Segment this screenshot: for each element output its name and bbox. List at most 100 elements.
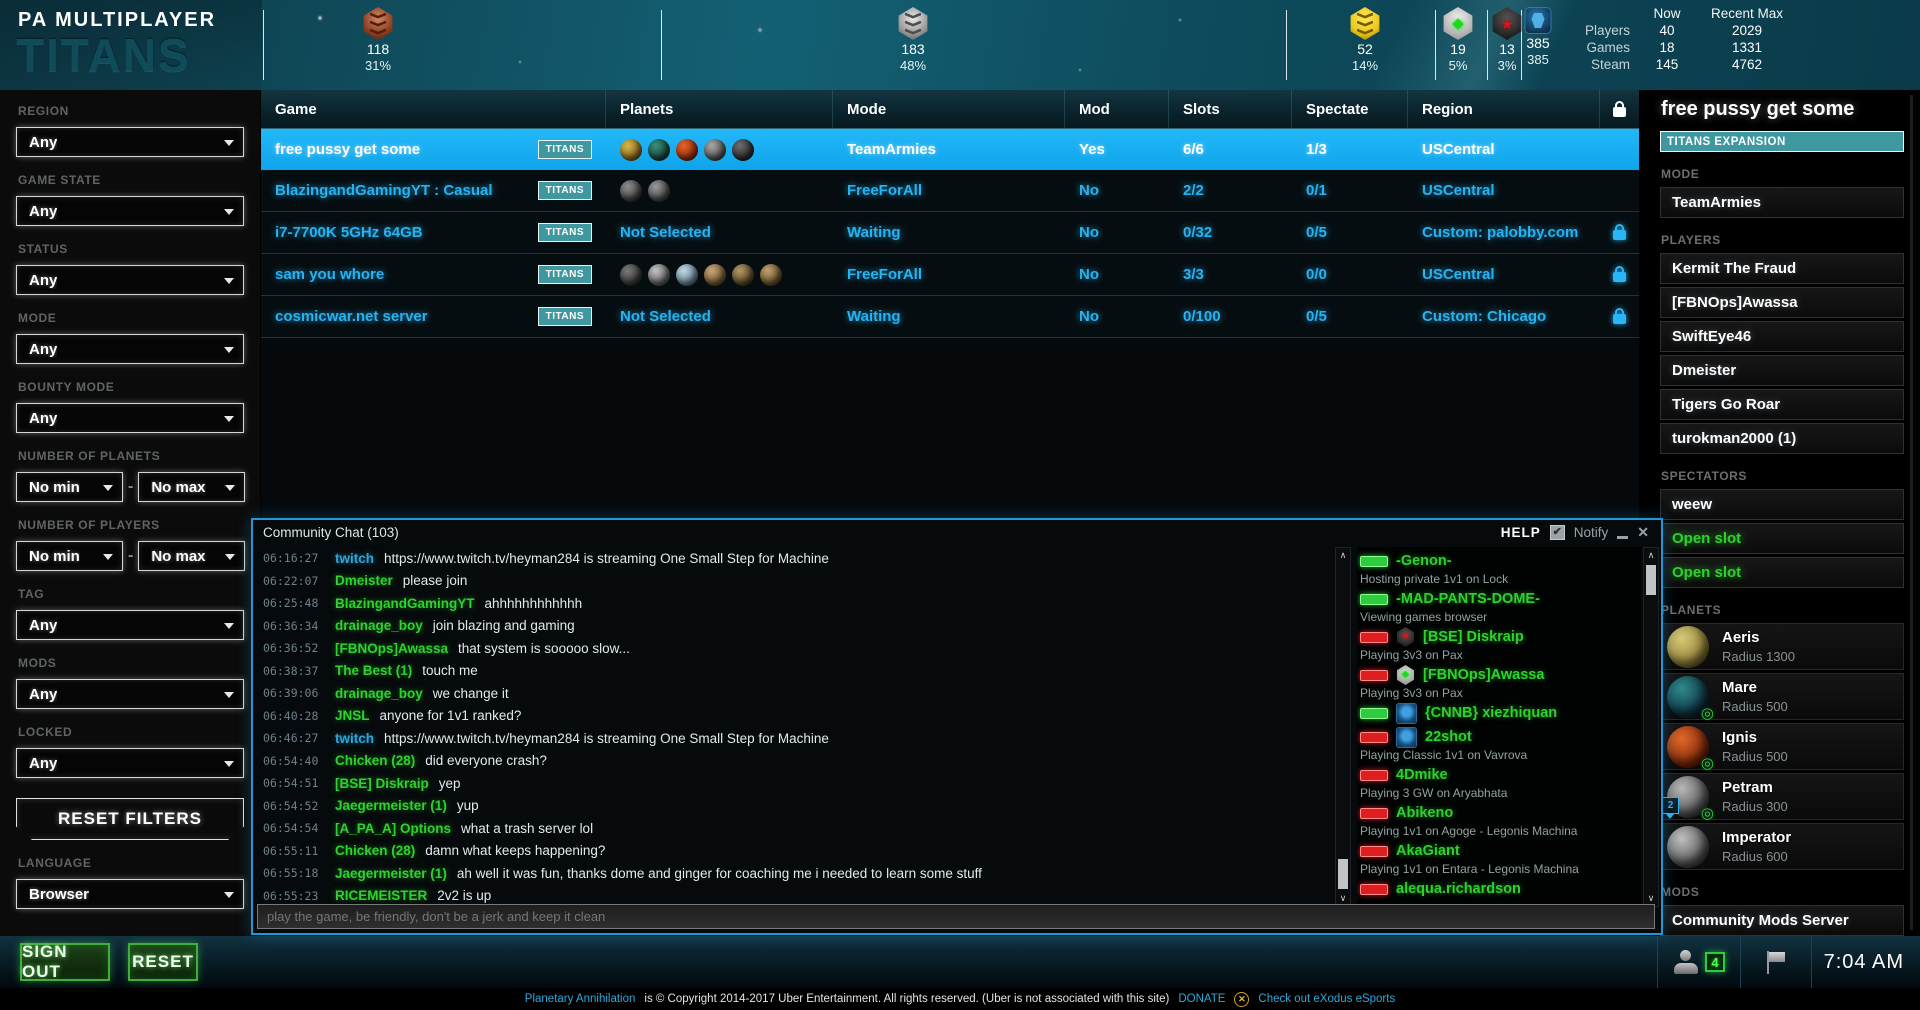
rank-stat-bronze: 11831%: [362, 7, 394, 73]
rank-count: 52: [1357, 41, 1373, 57]
filter-dropdown-region[interactable]: Any: [16, 127, 244, 157]
exodus-link[interactable]: Check out eXodus eSports: [1258, 993, 1395, 1005]
filter-dropdown-tag[interactable]: Any: [16, 610, 244, 640]
filter-dropdown-status[interactable]: Any: [16, 265, 244, 295]
planet-row: MareRadius 500: [1660, 673, 1904, 720]
max-dropdown[interactable]: No max: [138, 472, 245, 502]
donate-link[interactable]: DONATE: [1178, 993, 1225, 1005]
chat-messages: 06:16:27twitchhttps://www.twitch.tv/heym…: [259, 547, 1331, 907]
filter-label-number-of-planets: NUMBER OF PLANETS: [18, 449, 244, 463]
planet-name: Petram: [1722, 779, 1788, 796]
filter-dropdown-locked[interactable]: Any: [16, 748, 244, 778]
planet-icon: [732, 139, 754, 161]
sidebar-scrollbar[interactable]: [1910, 95, 1913, 930]
diamond-glyph: ◆: [1402, 670, 1410, 680]
chat-input[interactable]: [257, 904, 1655, 929]
scroll-up-icon[interactable]: [1644, 550, 1658, 561]
planetary-annihilation-link[interactable]: Planetary Annihilation: [525, 993, 636, 1005]
message-timestamp: 06:39:06: [259, 686, 323, 700]
filter-dropdown-game-state[interactable]: Any: [16, 196, 244, 226]
filter-dropdown-mode[interactable]: Any: [16, 334, 244, 364]
game-cell: cosmicwar.net serverTITANS: [261, 296, 606, 337]
game-row[interactable]: sam you whoreTITANSFreeForAllNo3/30/0USC…: [261, 254, 1639, 296]
chat-title: Community Chat (103): [263, 525, 399, 540]
lock-icon: [1613, 107, 1626, 117]
dropdown-value: Any: [29, 134, 57, 151]
reset-filters-button[interactable]: RESET FILTERS: [16, 798, 244, 840]
filter-label-tag: TAG: [18, 587, 244, 601]
community-chat-panel: Community Chat (103) HELP Notify 06:16:2…: [251, 518, 1663, 935]
red-status-icon: [1360, 632, 1388, 643]
column-header-planets: Planets: [606, 90, 833, 128]
friends-button[interactable]: 4: [1657, 936, 1740, 988]
uber-medal-icon: ◆: [1396, 665, 1415, 685]
rank-count: 183: [901, 41, 924, 57]
game-row[interactable]: BlazingandGamingYT : CasualTITANSFreeFor…: [261, 170, 1639, 212]
chat-user[interactable]: alequa.richardson: [1357, 878, 1641, 900]
game-detail-panel: free pussy get some TITANS EXPANSION MOD…: [1660, 90, 1904, 936]
chat-user-name: -Genon-: [1396, 553, 1452, 569]
open-spectator-slot[interactable]: Open slot: [1660, 523, 1904, 554]
scroll-up-icon[interactable]: [1336, 550, 1350, 561]
scroll-thumb[interactable]: [1646, 565, 1656, 595]
stats-max-header: Recent Max: [1700, 6, 1794, 21]
chat-user[interactable]: ★[BSE] DiskraipPlaying 3v3 on Pax: [1357, 626, 1641, 662]
planet-row: ImperatorRadius 600: [1660, 823, 1904, 870]
mod-cell: No: [1065, 170, 1169, 211]
message-timestamp: 06:38:37: [259, 664, 323, 678]
scroll-thumb[interactable]: [1338, 859, 1348, 889]
open-spectator-slot[interactable]: Open slot: [1660, 557, 1904, 588]
chat-scrollbar[interactable]: [1335, 547, 1351, 907]
flag-button[interactable]: [1740, 936, 1811, 988]
titans-expansion-badge: TITANS EXPANSION: [1660, 131, 1904, 152]
notify-checkbox[interactable]: [1550, 525, 1565, 540]
planet-icon: [704, 139, 726, 161]
chat-user[interactable]: AbikenoPlaying 1v1 on Agoge - Legonis Ma…: [1357, 802, 1641, 838]
planet-row: IgnisRadius 500: [1660, 723, 1904, 770]
mode-value-box: TeamArmies: [1660, 187, 1904, 218]
chat-user[interactable]: ◆[FBNOps]AwassaPlaying 3v3 on Pax: [1357, 664, 1641, 700]
chat-user[interactable]: {CNNB} xiezhiquan: [1357, 702, 1641, 724]
message-timestamp: 06:22:07: [259, 574, 323, 588]
max-dropdown[interactable]: No max: [138, 541, 245, 571]
chat-user[interactable]: AkaGiantPlaying 1v1 on Entara - Legonis …: [1357, 840, 1641, 876]
filter-dropdown-bounty-mode[interactable]: Any: [16, 403, 244, 433]
chat-user[interactable]: -MAD-PANTS-DOME-Viewing games browser: [1357, 588, 1641, 624]
dropdown-value: No max: [151, 548, 205, 565]
message-text: please join: [403, 573, 468, 588]
top-header-bar: PA MULTIPLAYER TITANS 11831%18348%5214%◆…: [0, 0, 1920, 90]
game-row[interactable]: free pussy get someTITANSTeamArmiesYes6/…: [261, 129, 1639, 170]
chat-user-row: -MAD-PANTS-DOME-: [1357, 588, 1641, 610]
help-button[interactable]: HELP: [1501, 525, 1541, 540]
user-list-scrollbar[interactable]: [1643, 547, 1659, 907]
sign-out-button[interactable]: SIGN OUT: [20, 943, 110, 981]
chat-user[interactable]: -Genon-Hosting private 1v1 on Lock: [1357, 550, 1641, 586]
filter-label-game-state: GAME STATE: [18, 173, 244, 187]
chevron-down-icon: [103, 554, 113, 560]
game-row[interactable]: i7-7700K 5GHz 64GBTITANSNot SelectedWait…: [261, 212, 1639, 254]
planets-cell: [606, 129, 833, 170]
red-status-icon: [1360, 884, 1388, 895]
message-timestamp: 06:36:52: [259, 641, 323, 655]
chat-message: 06:54:40Chicken (28)did everyone crash?: [259, 750, 1331, 773]
planets-label: PLANETS: [1661, 603, 1904, 617]
close-icon[interactable]: [1637, 524, 1649, 541]
chat-user[interactable]: 4DmikePlaying 3 GW on Aryabhata: [1357, 764, 1641, 800]
game-row[interactable]: cosmicwar.net serverTITANSNot SelectedWa…: [261, 296, 1639, 338]
chevron-down-icon: [224, 140, 234, 146]
planet-radius: Radius 500: [1722, 699, 1788, 714]
min-dropdown[interactable]: No min: [16, 541, 123, 571]
reset-button[interactable]: RESET: [128, 943, 198, 981]
player-slot: Dmeister: [1660, 355, 1904, 386]
game-cell: free pussy get someTITANS: [261, 129, 606, 170]
language-dropdown[interactable]: Browser: [16, 879, 244, 909]
stat-label: Players: [1568, 23, 1634, 38]
copyright-footer: Planetary Annihilation is © Copyright 20…: [0, 988, 1920, 1010]
minimize-icon[interactable]: [1617, 536, 1628, 539]
chat-user[interactable]: 22shotPlaying Classic 1v1 on Vavrova: [1357, 726, 1641, 762]
filter-dropdown-mods[interactable]: Any: [16, 679, 244, 709]
message-timestamp: 06:36:34: [259, 619, 323, 633]
min-dropdown[interactable]: No min: [16, 472, 123, 502]
scroll-down-icon[interactable]: [1336, 893, 1350, 904]
scroll-down-icon[interactable]: [1644, 893, 1658, 904]
